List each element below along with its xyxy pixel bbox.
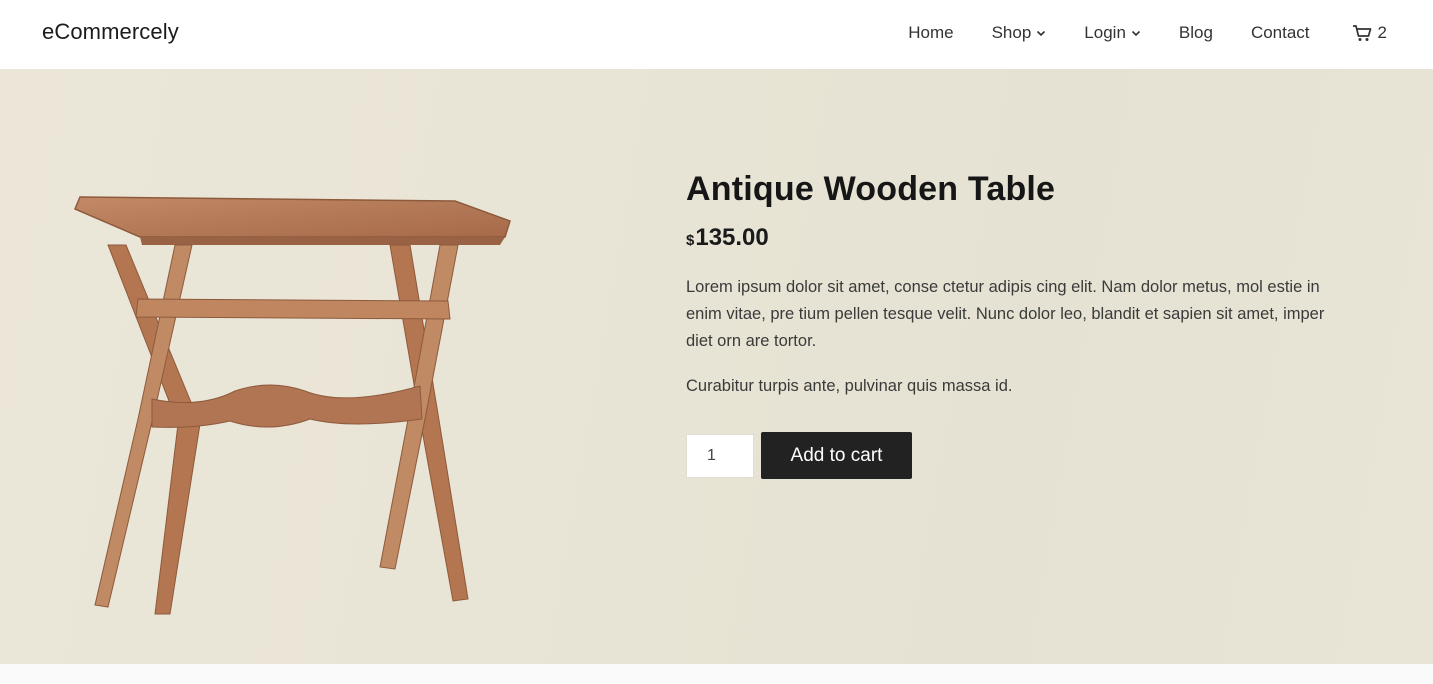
cart-icon xyxy=(1352,25,1371,41)
footer-strip xyxy=(0,664,1433,684)
nav-contact[interactable]: Contact xyxy=(1251,23,1310,43)
product-description: Lorem ipsum dolor sit amet, conse ctetur… xyxy=(686,278,1325,350)
product-description-2: Curabitur turpis ante, pulvinar quis mas… xyxy=(686,377,1013,395)
product-title: Antique Wooden Table xyxy=(686,170,1056,208)
brand-logo[interactable]: eCommercely xyxy=(42,19,179,45)
nav-home[interactable]: Home xyxy=(908,23,953,43)
cart-count: 2 xyxy=(1377,23,1387,42)
nav-blog[interactable]: Blog xyxy=(1179,23,1213,43)
product-details: Antique Wooden Table $ 135.00 Lorem ipsu… xyxy=(686,168,1346,479)
top-navbar: eCommercely Home Shop Login Blog Contact… xyxy=(0,0,1433,69)
product-image xyxy=(74,196,511,615)
nav-shop-label: Shop xyxy=(991,23,1032,42)
purchase-row: Add to cart xyxy=(686,432,1346,479)
nav-blog-label: Blog xyxy=(1178,23,1213,42)
nav-shop[interactable]: Shop xyxy=(992,23,1047,43)
nav-contact-label: Contact xyxy=(1250,23,1310,42)
nav-home-label: Home xyxy=(908,23,954,42)
product-hero: Antique Wooden Table $ 135.00 Lorem ipsu… xyxy=(0,69,1433,664)
add-to-cart-button[interactable]: Add to cart xyxy=(761,432,912,479)
quantity-input[interactable] xyxy=(686,433,754,478)
nav-login-label: Login xyxy=(1084,23,1126,42)
cart-button[interactable]: 2 xyxy=(1352,23,1387,43)
chevron-down-icon xyxy=(1037,30,1046,37)
chevron-down-icon xyxy=(1131,30,1140,37)
product-price: $ 135.00 xyxy=(686,224,1346,252)
currency-symbol: $ xyxy=(686,232,695,249)
price-value: 135.00 xyxy=(695,224,769,251)
nav-login[interactable]: Login xyxy=(1084,23,1141,43)
main-nav: Home Shop Login Blog Contact 2 xyxy=(908,23,1387,43)
